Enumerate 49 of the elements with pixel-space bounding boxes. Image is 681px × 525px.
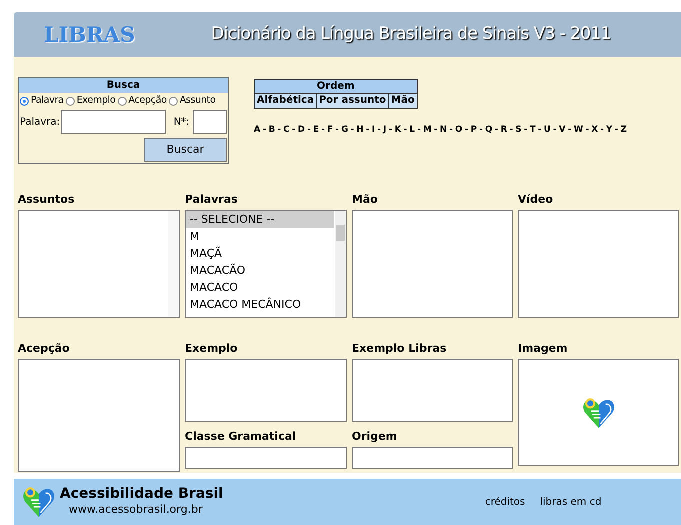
list-option[interactable]: MACACO MECÂNICO [186,296,334,313]
brand-name: Acessibilidade Brasil [60,487,224,502]
panel-title: Busca [19,78,228,93]
word-input[interactable] [61,110,166,134]
site-logo: LIBRAS [44,20,136,49]
list-option[interactable]: MACACO [186,279,334,296]
subject-list[interactable] [18,210,180,318]
text-field[interactable] [352,447,513,469]
radio-option[interactable]: Acepção [118,94,167,108]
page-title: Dicionário da Língua Brasileira de Sinais V3 - 2011 [211,22,611,46]
radio-button[interactable] [20,96,29,106]
panel-label: Exemplo Libras [352,342,447,356]
list-option[interactable]: MACACÃO [186,262,334,279]
panel-label: Exemplo [185,342,238,356]
panel-label: Acepção [18,342,70,356]
text-field[interactable] [185,447,347,469]
radio-button[interactable] [118,96,127,106]
list-option[interactable]: -- SELECIONE -- [186,211,334,228]
radio-button[interactable] [66,96,75,106]
radio-option[interactable]: Assunto [168,94,216,108]
number-input[interactable] [192,110,227,134]
panel-label: Palavras [185,193,238,207]
table-title: Ordem [255,80,417,94]
heart-logo-icon [22,485,56,519]
panel-label: Classe Gramatical [185,430,296,444]
word-list[interactable]: -- SELECIONE -- M MAÇÃ MACACÃO MACACO MACACO MECÂNICO [185,210,347,318]
order-tab[interactable]: Mão [388,94,417,108]
radio-button[interactable] [168,96,178,106]
panel-label: Imagem [518,342,568,356]
radio-option[interactable]: Palavra [20,94,64,108]
radio-option[interactable]: Exemplo [66,94,116,108]
scrollbar[interactable] [335,211,346,317]
panel-label: Origem [352,430,398,444]
heart-logo-icon [582,396,616,430]
footer-link[interactable]: libras em cd [540,494,602,510]
panel-label: Vídeo [518,193,554,207]
field-label: Palavra: [20,116,60,130]
search-button[interactable]: Buscar [144,138,227,162]
scrollbar[interactable] [168,211,179,317]
panel-label: Assuntos [18,193,75,207]
panel-label: Mão [352,193,378,207]
field-label: N*: [174,116,190,130]
site-url: www.acessobrasil.org.br [69,502,204,517]
list-option[interactable]: MAÇÃ [186,245,334,262]
footer-link[interactable]: créditos [485,494,526,510]
order-tab[interactable]: Alfabética [255,94,316,108]
list-option[interactable]: M [186,228,334,245]
alphabet-index[interactable]: A - B - C - D - E - F - G - H - I - J - K - L - M - N - O - P - Q - R - S - T - U - V - W - X - Y - Z [254,124,627,137]
order-tab[interactable]: Por assunto [316,94,388,108]
